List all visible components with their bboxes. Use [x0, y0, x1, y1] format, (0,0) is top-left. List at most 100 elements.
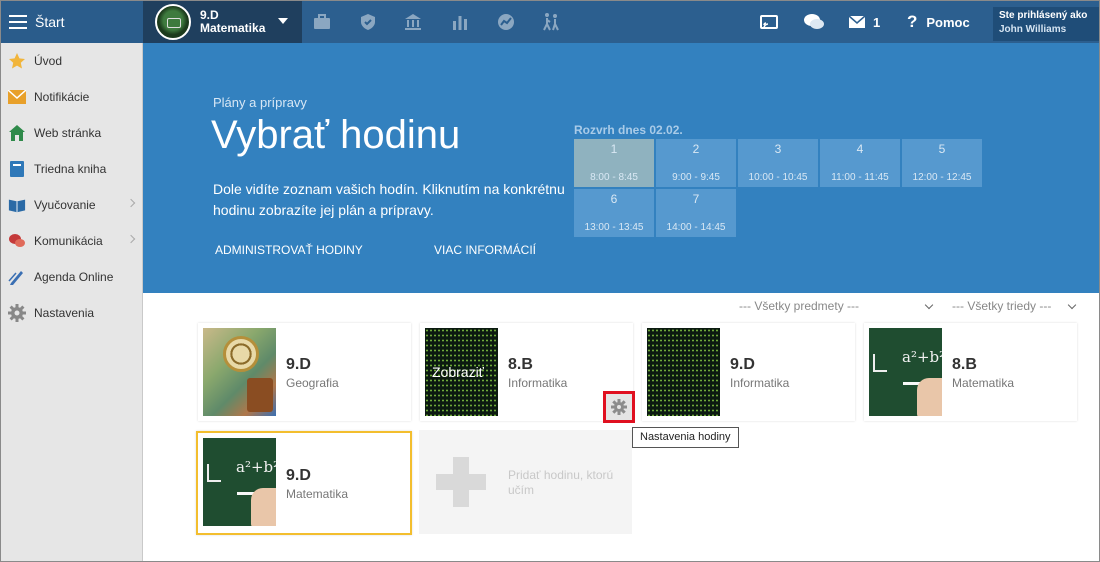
question-icon: ?: [907, 12, 918, 31]
gear-icon: [611, 399, 627, 415]
sidebar-item-uvod[interactable]: Úvod: [1, 43, 143, 79]
lesson-thumbnail: [647, 328, 720, 416]
lesson-subject: Informatika: [730, 376, 790, 390]
help-label: Pomoc: [926, 14, 970, 30]
sidebar-item-agenda-online[interactable]: Agenda Online: [1, 259, 143, 295]
speech-bubbles-icon: [8, 232, 26, 250]
settings-tooltip: Nastavenia hodiny: [632, 427, 739, 448]
chat-icon[interactable]: [803, 11, 825, 33]
help-button[interactable]: ? Pomoc: [907, 1, 970, 43]
lesson-thumbnail: a²+b²: [869, 328, 942, 416]
sidebar-item-web-stranka[interactable]: Web stránka: [1, 115, 143, 151]
slot-number: 3: [774, 142, 782, 156]
class-avatar: [155, 4, 191, 40]
lesson-card[interactable]: 9.D Geografia: [198, 323, 411, 421]
sidebar-item-label: Triedna kniha: [34, 162, 107, 176]
lesson-subject: Matematika: [286, 487, 349, 501]
schedule-slot[interactable]: 6 13:00 - 13:45: [574, 189, 654, 237]
house-icon: [8, 124, 26, 142]
cast-icon[interactable]: [759, 12, 779, 32]
more-info-link[interactable]: VIAC INFORMÁCIÍ: [434, 243, 536, 257]
sidebar-item-label: Komunikácia: [34, 234, 103, 248]
schedule-slot[interactable]: 4 11:00 - 11:45: [820, 139, 900, 187]
class-selector-subject: Matematika: [200, 21, 266, 35]
view-overlay-label[interactable]: Zobraziť: [432, 364, 484, 380]
slot-number: 4: [856, 142, 864, 156]
class-filter-select[interactable]: --- Všetky triedy ---: [952, 299, 1076, 313]
slot-number: 5: [938, 142, 946, 156]
hero-banner: Plány a prípravy Vybrať hodinu Dole vidí…: [143, 43, 1099, 293]
sidebar-item-vyucovanie[interactable]: Vyučovanie: [1, 187, 143, 223]
sidebar-item-label: Agenda Online: [34, 270, 114, 284]
chevron-right-icon: [126, 234, 136, 244]
schedule-slot[interactable]: 7 14:00 - 14:45: [656, 189, 736, 237]
start-label: Štart: [35, 14, 65, 30]
sidebar-item-label: Úvod: [34, 54, 63, 68]
hero-description: Dole vidíte zoznam vašich hodín. Kliknut…: [213, 181, 565, 218]
chevron-down-icon: [1067, 300, 1076, 310]
lesson-thumbnail: Zobraziť: [425, 328, 498, 416]
mail-count: 1: [873, 14, 881, 30]
schedule-slot[interactable]: 3 10:00 - 10:45: [738, 139, 818, 187]
envelope-icon: [848, 15, 866, 28]
pen-icon: [8, 268, 26, 286]
slot-time: 9:00 - 9:45: [672, 172, 720, 183]
lesson-subject: Informatika: [508, 376, 568, 390]
slot-time: 14:00 - 14:45: [666, 222, 726, 233]
logged-in-label: Ste prihlásený ako: [999, 10, 1088, 21]
sidebar-item-notifikacie[interactable]: Notifikácie: [1, 79, 143, 115]
subject-filter-select[interactable]: --- Všetky predmety ---: [739, 299, 934, 313]
add-lesson-label: Pridať hodinu, ktorú učím: [508, 468, 614, 497]
chart-circle-icon[interactable]: [496, 12, 516, 32]
lesson-thumbnail: [203, 328, 276, 416]
schedule-slot[interactable]: 2 9:00 - 9:45: [656, 139, 736, 187]
app-frame: Štart 9.D Matematika 1 ? Pomoc Ste prihl…: [0, 0, 1100, 562]
slot-time: 10:00 - 10:45: [748, 172, 808, 183]
envelope-icon: [8, 88, 26, 106]
lesson-subject: Geografia: [286, 376, 339, 390]
bank-icon[interactable]: [403, 12, 423, 32]
lesson-thumbnail: a²+b²: [203, 438, 276, 526]
lesson-card-selected[interactable]: a²+b² 9.D Matematika: [196, 431, 412, 535]
sidebar-item-komunikacia[interactable]: Komunikácia: [1, 223, 143, 259]
sidebar-item-label: Web stránka: [34, 126, 102, 140]
user-box[interactable]: Ste prihlásený ako John Williams: [993, 7, 1099, 41]
caret-down-icon: [278, 18, 288, 24]
gear-icon: [8, 304, 26, 322]
sidebar-item-triedna-kniha[interactable]: Triedna kniha: [1, 151, 143, 187]
sidebar-item-nastavenia[interactable]: Nastavenia: [1, 295, 143, 331]
slot-number: 6: [610, 192, 618, 206]
lesson-card[interactable]: 9.D Informatika: [642, 323, 855, 421]
add-lesson-card[interactable]: Pridať hodinu, ktorú učím: [419, 430, 632, 534]
slot-time: 11:00 - 11:45: [831, 172, 889, 183]
slot-number: 7: [692, 192, 700, 206]
hamburger-icon: [9, 15, 27, 29]
hero-subtitle: Plány a prípravy: [213, 95, 307, 110]
lesson-settings-button[interactable]: [603, 391, 635, 423]
briefcase-icon[interactable]: [312, 12, 332, 32]
lesson-card[interactable]: Zobraziť 8.B Informatika: [420, 323, 633, 421]
slot-time: 12:00 - 12:45: [912, 172, 972, 183]
schedule-slot[interactable]: 5 12:00 - 12:45: [902, 139, 982, 187]
sidebar-item-label: Nastavenia: [34, 306, 95, 320]
slot-time: 13:00 - 13:45: [584, 222, 644, 233]
slot-number: 1: [610, 142, 618, 156]
walking-people-icon[interactable]: [541, 12, 561, 32]
user-name: John Williams: [999, 24, 1067, 35]
page-title: Vybrať hodinu: [211, 113, 461, 157]
start-button[interactable]: Štart: [1, 1, 143, 43]
bar-chart-icon[interactable]: [450, 12, 470, 32]
class-filter-value: --- Všetky triedy ---: [952, 299, 1052, 313]
book-icon: [8, 160, 26, 178]
mail-button[interactable]: 1: [848, 1, 880, 43]
administrate-lessons-link[interactable]: ADMINISTROVAŤ HODINY: [215, 243, 363, 257]
class-selector[interactable]: 9.D Matematika: [143, 1, 302, 43]
sidebar: Úvod Notifikácie Web stránka Triedna kni…: [1, 43, 143, 561]
lesson-class: 8.B: [952, 356, 977, 373]
lesson-card[interactable]: a²+b² 8.B Matematika: [864, 323, 1077, 421]
shield-icon[interactable]: [358, 12, 378, 32]
schedule-slot[interactable]: 1 8:00 - 8:45: [574, 139, 654, 187]
lesson-class: 8.B: [508, 356, 533, 373]
sidebar-item-label: Vyučovanie: [34, 198, 96, 212]
top-bar: Štart 9.D Matematika 1 ? Pomoc Ste prihl…: [1, 1, 1099, 43]
